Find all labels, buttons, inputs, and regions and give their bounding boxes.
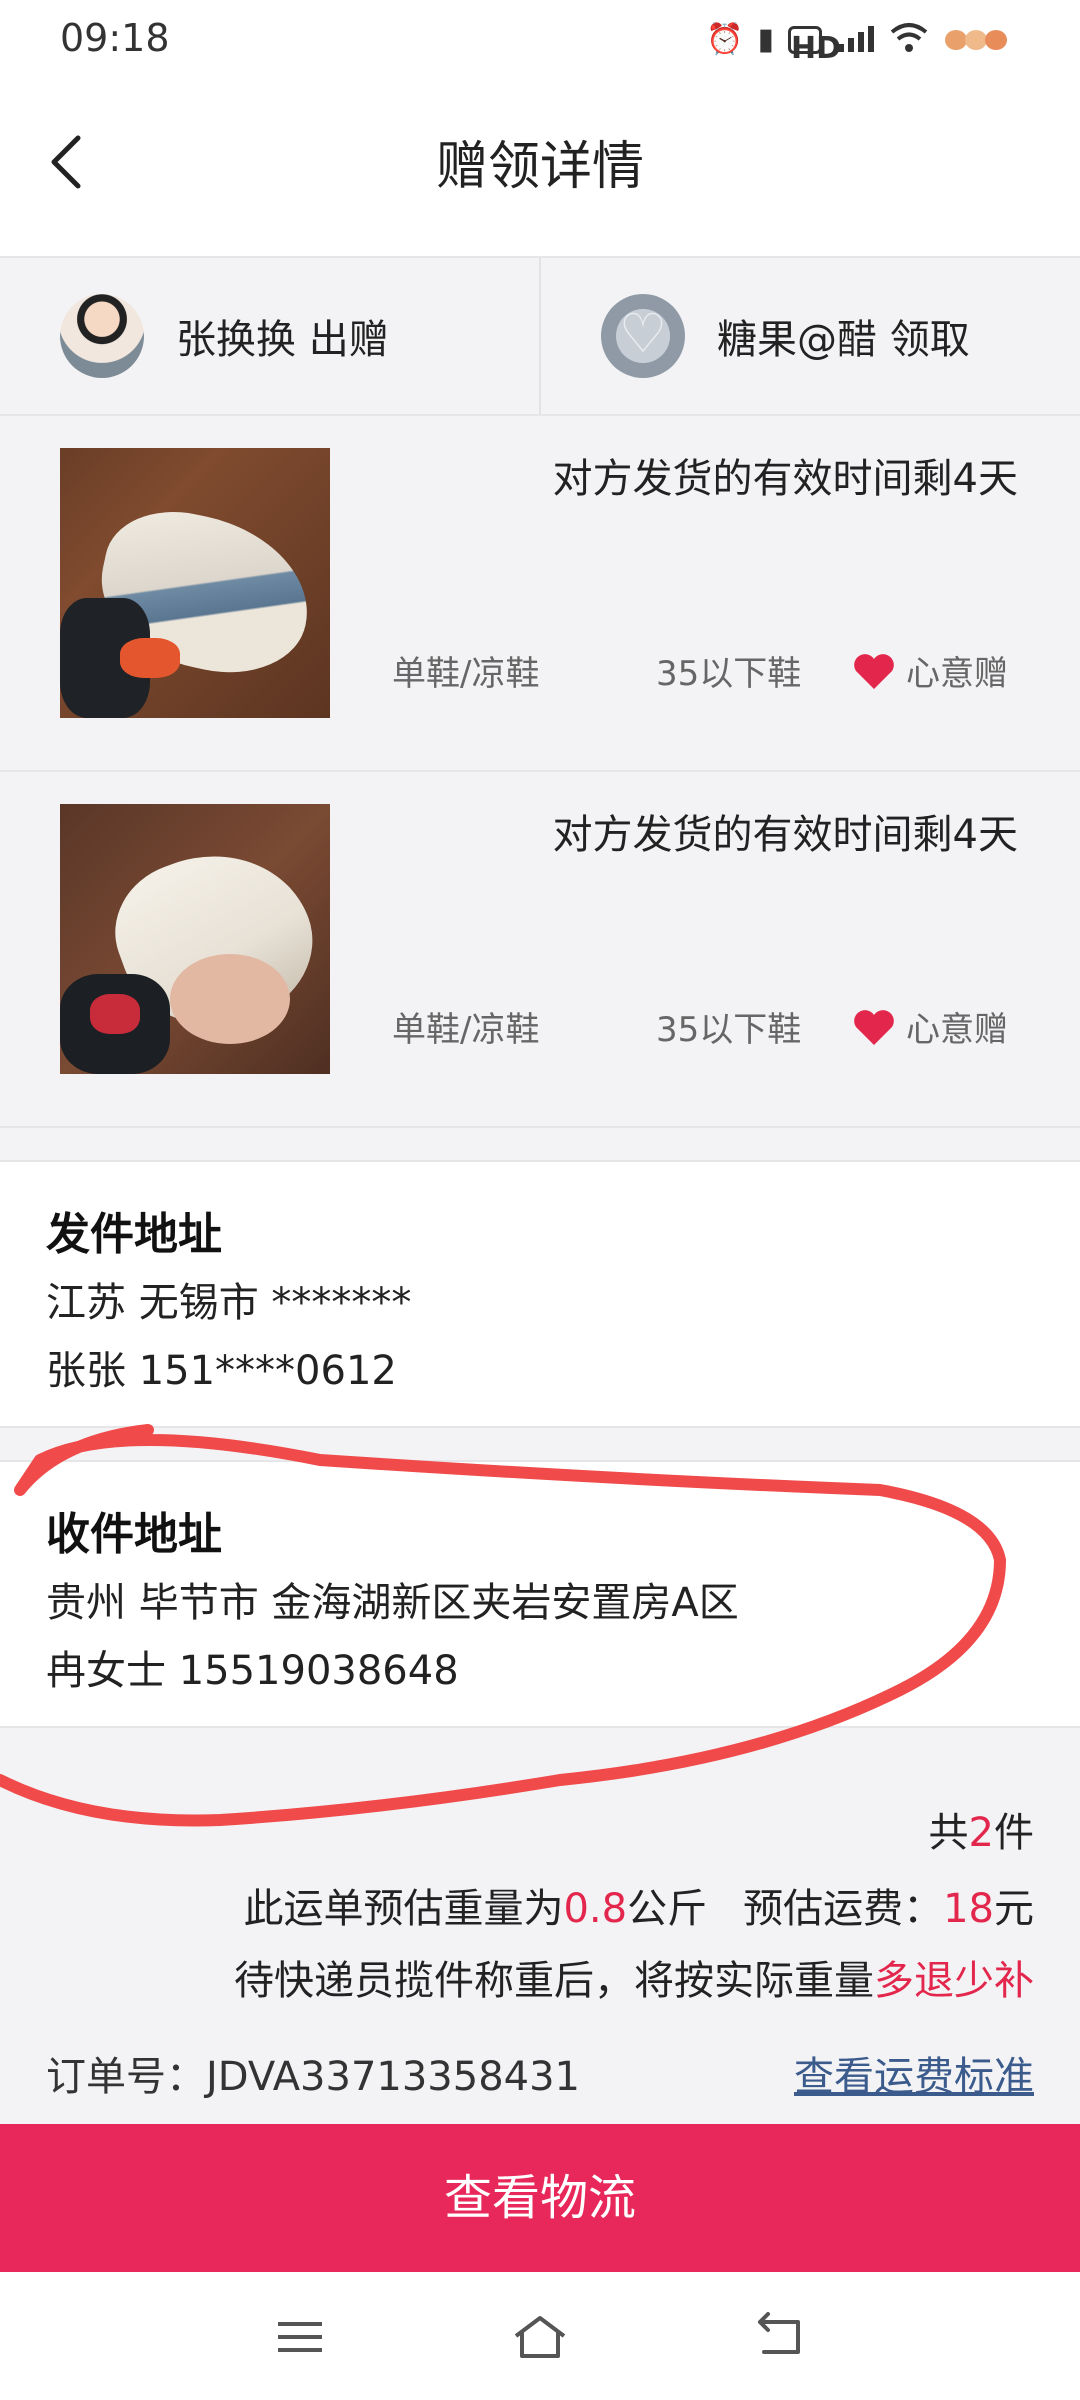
order-number: 订单号：JDVA33713358431 (46, 2054, 581, 2100)
menu-nav-button[interactable] (270, 2312, 330, 2362)
wifi-icon (890, 22, 928, 58)
receiver-label: 糖果@醋 领取 (717, 317, 970, 363)
gift-item[interactable]: 对方发货的有效时间剩4天 单鞋/凉鞋 35以下鞋 心意赠 (0, 416, 1080, 772)
item-category: 单鞋/凉鞋 (392, 1010, 540, 1050)
home-nav-button[interactable] (510, 2312, 570, 2362)
system-nav-bar (0, 2272, 1080, 2400)
fee-standard-link[interactable]: 查看运费标准 (794, 2044, 1034, 2102)
item-gift-type: 心意赠 (852, 646, 1008, 695)
ship-to-title: 收件地址 (46, 1509, 222, 1560)
heart-icon (854, 653, 894, 689)
vibrate-icon: ▮ (757, 22, 774, 57)
item-deadline: 对方发货的有效时间剩4天 (552, 812, 1018, 858)
ship-to-contact: 冉女士 15519038648 (46, 1648, 459, 1694)
giver-cell[interactable]: 张换换 出赠 (0, 258, 539, 414)
item-size: 35以下鞋 (656, 1010, 802, 1050)
heart-icon (854, 1009, 894, 1045)
status-icons: ⏰ ▮ HD (706, 20, 1010, 66)
weight-note: 待快递员揽件称重后，将按实际重量多退少补 (234, 1958, 1034, 2004)
menu-icon (278, 2322, 322, 2352)
signal-5g-icon (836, 22, 876, 58)
ship-to-section: 收件地址 贵州 毕节市 金海湖新区夹岩安置房A区 冉女士 15519038648 (0, 1460, 1080, 1728)
notification-fruit-icon (942, 22, 1010, 58)
ship-to-address: 贵州 毕节市 金海湖新区夹岩安置房A区 (46, 1580, 739, 1626)
ship-from-title: 发件地址 (46, 1209, 222, 1260)
item-gift-type: 心意赠 (852, 1002, 1008, 1051)
page-title: 赠领详情 (435, 137, 644, 197)
item-category: 单鞋/凉鞋 (392, 654, 540, 694)
status-bar: 09:18 ⏰ ▮ HD (0, 0, 1080, 84)
item-size: 35以下鞋 (656, 654, 802, 694)
item-count: 共2件 (928, 1810, 1034, 1856)
users-row: 张换换 出赠 糖果@醋 领取 (0, 256, 1080, 416)
weight-fee-line: 此运单预估重量为0.8公斤 预估运费：18元 (243, 1886, 1034, 1932)
item-deadline: 对方发货的有效时间剩4天 (552, 456, 1018, 502)
item-count-value: 2 (968, 1810, 994, 1856)
nav-bar: 赠领详情 (0, 84, 1080, 256)
ship-from-section: 发件地址 江苏 无锡市 ******* 张张 151****0612 (0, 1160, 1080, 1428)
home-icon (514, 2316, 566, 2358)
weight-value: 0.8 (563, 1886, 628, 1932)
status-time: 09:18 (60, 16, 170, 60)
back-nav-button[interactable] (750, 2312, 810, 2362)
gift-type-label: 心意赠 (906, 1010, 1008, 1050)
refund-note: 多退少补 (874, 1958, 1034, 2004)
item-photo[interactable] (60, 448, 330, 718)
ship-from-contact: 张张 151****0612 (46, 1348, 397, 1394)
gift-type-label: 心意赠 (906, 654, 1008, 694)
fee-value: 18 (943, 1886, 994, 1932)
ship-from-address: 江苏 无锡市 ******* (46, 1280, 412, 1326)
view-logistics-button[interactable]: 查看物流 (0, 2124, 1080, 2272)
hd-icon: HD (788, 26, 841, 66)
giver-label: 张换换 出赠 (176, 317, 389, 363)
giver-avatar (60, 294, 144, 378)
receiver-avatar (601, 294, 685, 378)
gift-item[interactable]: 对方发货的有效时间剩4天 单鞋/凉鞋 35以下鞋 心意赠 (0, 772, 1080, 1128)
return-icon (758, 2312, 800, 2354)
alarm-icon: ⏰ (706, 22, 744, 57)
item-photo[interactable] (60, 804, 330, 1074)
receiver-cell[interactable]: 糖果@醋 领取 (539, 258, 1080, 414)
